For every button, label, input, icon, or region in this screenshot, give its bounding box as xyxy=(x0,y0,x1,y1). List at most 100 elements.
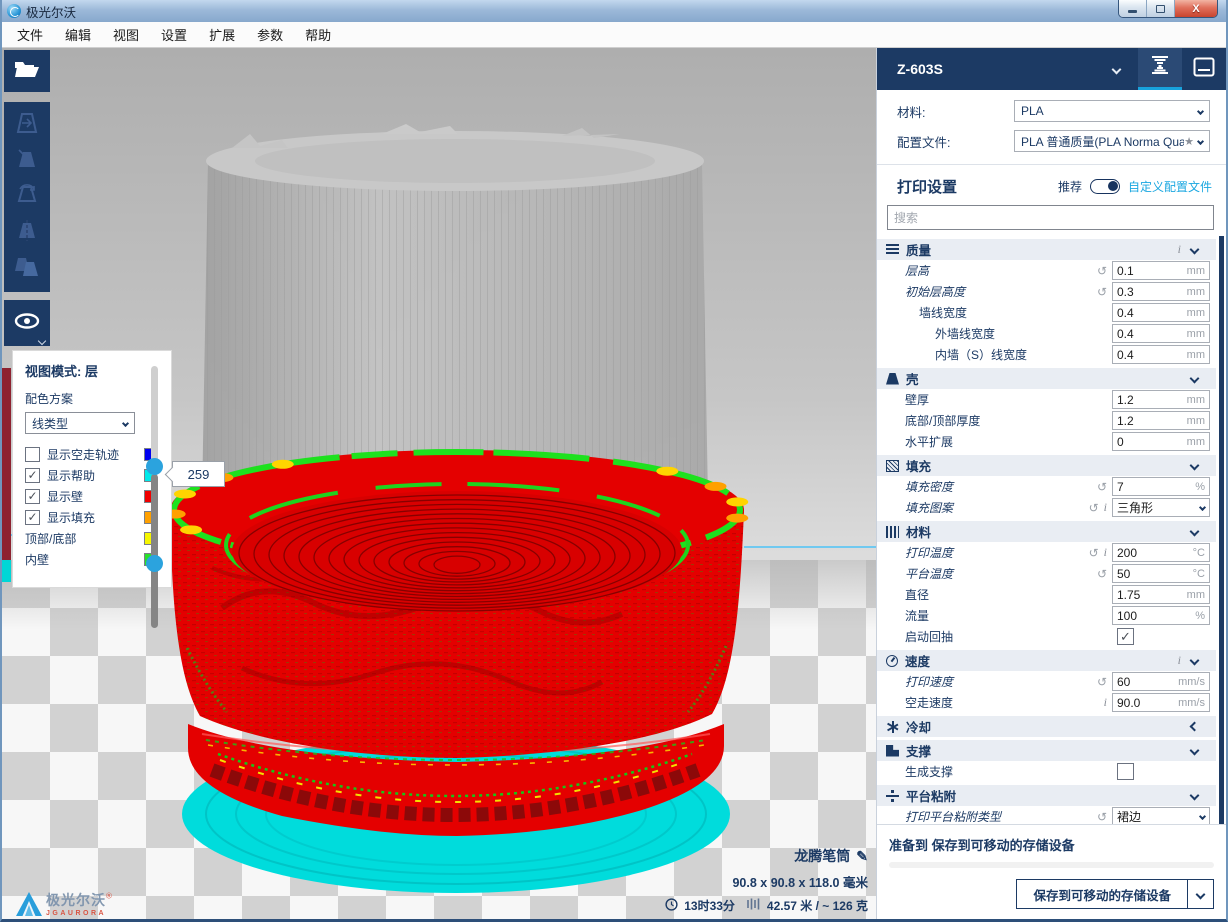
chevron-down-icon xyxy=(1197,107,1204,114)
setting-input[interactable]: 0.4mm xyxy=(1112,345,1210,364)
setting-input[interactable]: 0.3mm xyxy=(1112,282,1210,301)
setting-input[interactable]: 100% xyxy=(1112,606,1210,625)
setting-input[interactable]: 60mm/s xyxy=(1112,672,1210,691)
revert-icon[interactable]: ↺ xyxy=(1097,265,1107,277)
edit-name-icon[interactable]: ✎ xyxy=(856,848,868,865)
revert-icon[interactable]: ↺ xyxy=(1097,811,1107,823)
legend-checkbox-3[interactable]: ✓ xyxy=(25,510,40,525)
legend-row-2: ✓显示壁 xyxy=(25,486,171,507)
menu-item-2[interactable]: 视图 xyxy=(102,21,150,48)
revert-icon[interactable]: ↺ xyxy=(1097,568,1107,580)
setting-input[interactable]: 1.75mm xyxy=(1112,585,1210,604)
setting-input[interactable]: 1.2mm xyxy=(1112,390,1210,409)
menu-item-4[interactable]: 扩展 xyxy=(198,21,246,48)
section-header-material[interactable]: 材料 xyxy=(877,521,1216,542)
chevron-down-icon[interactable] xyxy=(1190,746,1200,756)
section-header-infill[interactable]: 填充 xyxy=(877,455,1216,476)
chevron-down-icon[interactable] xyxy=(1190,374,1200,384)
info-icon[interactable]: i xyxy=(1104,695,1107,710)
section-header-quality[interactable]: 质量 i xyxy=(877,239,1216,260)
info-icon[interactable]: i xyxy=(1178,242,1181,257)
setting-label: 底部/顶部厚度 xyxy=(877,412,980,429)
color-scheme-dropdown[interactable]: 线类型 xyxy=(25,412,135,434)
info-icon[interactable]: i xyxy=(1104,545,1107,560)
revert-icon[interactable]: ↺ xyxy=(1089,547,1099,559)
save-options-chevron[interactable] xyxy=(1187,880,1213,908)
setting-input[interactable]: 200°C xyxy=(1112,543,1210,562)
legend-checkbox-0[interactable] xyxy=(25,447,40,462)
chevron-down-icon[interactable] xyxy=(1190,245,1200,255)
chevron-down-icon[interactable] xyxy=(1112,64,1122,74)
chevron-down-icon[interactable] xyxy=(1190,527,1200,537)
setting-input[interactable]: 0.4mm xyxy=(1112,324,1210,343)
move-tool-button[interactable] xyxy=(7,109,47,143)
section-header-cooling[interactable]: 冷却 xyxy=(877,716,1216,737)
revert-icon[interactable]: ↺ xyxy=(1097,481,1107,493)
setting-unit: % xyxy=(1195,610,1205,622)
setting-dropdown[interactable]: 三角形 xyxy=(1112,498,1210,517)
layer-slider-handle-top[interactable] xyxy=(146,458,163,475)
setting-input[interactable]: 1.2mm xyxy=(1112,411,1210,430)
recommended-custom-toggle[interactable] xyxy=(1090,179,1120,194)
menu-item-3[interactable]: 设置 xyxy=(150,21,198,48)
view-mode-title: 视图模式: 层 xyxy=(25,361,171,380)
tab-monitor-view[interactable] xyxy=(1182,48,1226,90)
section-header-speed[interactable]: 速度i xyxy=(877,650,1216,671)
section-header-adhesion[interactable]: 平台粘附 xyxy=(877,785,1216,806)
revert-icon[interactable]: ↺ xyxy=(1097,286,1107,298)
chevron-down-icon[interactable] xyxy=(1190,461,1200,471)
view-mode-button[interactable] xyxy=(7,306,47,340)
layer-slider-track-lower[interactable] xyxy=(151,474,158,628)
chevron-down-icon[interactable] xyxy=(1190,656,1200,666)
tab-prepare-slice-view[interactable] xyxy=(1138,48,1182,90)
scale-tool-button[interactable] xyxy=(7,144,47,178)
info-icon[interactable]: i xyxy=(1178,653,1181,668)
section-header-shell[interactable]: 壳 xyxy=(877,368,1216,389)
setting-checkbox[interactable] xyxy=(1117,763,1134,780)
per-model-settings-button[interactable] xyxy=(7,251,47,285)
close-button[interactable]: X xyxy=(1175,0,1217,17)
profile-dropdown[interactable]: PLA 普通质量(PLA Norma Qua ★ xyxy=(1014,130,1210,152)
revert-icon[interactable]: ↺ xyxy=(1097,676,1107,688)
viewport-3d[interactable]: 视图模式: 层 配色方案 线类型 显示空走轨迹✓显示帮助✓显示壁✓显示填充顶部/… xyxy=(2,48,876,922)
settings-scrollbar[interactable] xyxy=(1219,236,1224,824)
layer-slider-handle-bottom[interactable] xyxy=(146,555,163,572)
chevron-down-icon[interactable] xyxy=(1190,791,1200,801)
cooling-section-icon xyxy=(886,721,899,733)
setting-row: 空走速度i90.0mm/s xyxy=(877,692,1216,713)
menu-item-6[interactable]: 帮助 xyxy=(294,21,342,48)
revert-icon[interactable]: ↺ xyxy=(1089,502,1099,514)
quality-section-icon xyxy=(886,244,899,256)
setting-checkbox[interactable]: ✓ xyxy=(1117,628,1134,645)
menu-item-0[interactable]: 文件 xyxy=(6,21,54,48)
registered-mark: ® xyxy=(106,892,112,901)
setting-dropdown[interactable]: 裙边 xyxy=(1112,807,1210,824)
setting-input[interactable]: 0mm xyxy=(1112,432,1210,451)
setting-input[interactable]: 7% xyxy=(1112,477,1210,496)
legend-checkbox-2[interactable]: ✓ xyxy=(25,489,40,504)
setting-input[interactable]: 0.4mm xyxy=(1112,303,1210,322)
menu-item-1[interactable]: 编辑 xyxy=(54,21,102,48)
chevron-left-icon[interactable] xyxy=(1190,722,1200,732)
info-icon[interactable]: i xyxy=(1104,500,1107,515)
mirror-tool-button[interactable] xyxy=(7,216,47,250)
custom-profile-link[interactable]: 自定义配置文件 xyxy=(1128,178,1212,195)
open-file-button[interactable] xyxy=(7,54,47,88)
section-label: 支撑 xyxy=(906,741,931,760)
legend-checkbox-1[interactable]: ✓ xyxy=(25,468,40,483)
star-icon: ★ xyxy=(1184,135,1194,148)
section-label: 质量 xyxy=(906,240,931,259)
setting-input[interactable]: 90.0mm/s xyxy=(1112,693,1210,712)
search-input[interactable] xyxy=(887,205,1214,230)
material-dropdown[interactable]: PLA xyxy=(1014,100,1210,122)
setting-label: 打印速度 xyxy=(877,673,953,690)
save-to-removable-button[interactable]: 保存到可移动的存储设备 xyxy=(1016,879,1214,909)
setting-input[interactable]: 50°C xyxy=(1112,564,1210,583)
section-header-support[interactable]: 支撑 xyxy=(877,740,1216,761)
rotate-tool-button[interactable] xyxy=(7,180,47,214)
menu-item-5[interactable]: 参数 xyxy=(246,21,294,48)
machine-name[interactable]: Z-603S xyxy=(897,61,943,77)
setting-input[interactable]: 0.1mm xyxy=(1112,261,1210,280)
maximize-button[interactable] xyxy=(1147,0,1175,17)
minimize-button[interactable] xyxy=(1119,0,1147,17)
